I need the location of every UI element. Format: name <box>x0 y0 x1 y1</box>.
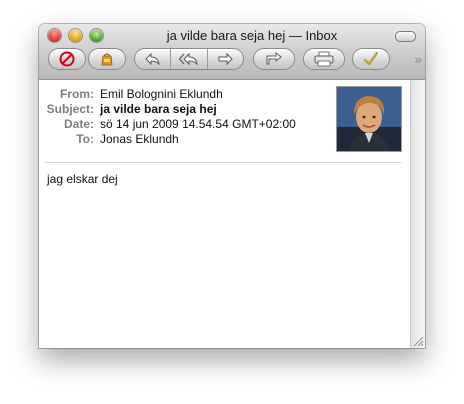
minimize-window-button[interactable] <box>69 29 82 42</box>
toolbar-toggle-button[interactable] <box>395 31 416 42</box>
mark-button[interactable] <box>352 48 390 70</box>
header-label: To: <box>76 132 94 146</box>
resize-grip-icon[interactable] <box>411 334 424 347</box>
checkmark-icon <box>363 51 379 66</box>
sender-photo <box>337 87 401 151</box>
title-bar[interactable]: ja vilde bara seja hej — Inbox » <box>39 24 425 80</box>
reply-button[interactable] <box>135 49 172 69</box>
header-subject-row: Subject: ja vilde bara seja hej <box>39 102 296 117</box>
header-to-row: To: Jonas Eklundh <box>39 132 296 147</box>
reply-arrow-icon <box>144 52 160 66</box>
zoom-window-button[interactable] <box>90 29 103 42</box>
reply-segmented-control <box>134 48 244 70</box>
close-window-button[interactable] <box>48 29 61 42</box>
reply-all-button[interactable] <box>171 49 208 69</box>
message-headers: From: Emil Bolognini Eklundh Subject: ja… <box>39 87 296 147</box>
header-label: From: <box>60 87 94 101</box>
header-from-row: From: Emil Bolognini Eklundh <box>39 87 296 102</box>
date-value: sö 14 jun 2009 14.54.54 GMT+02:00 <box>100 117 296 131</box>
forward-button[interactable] <box>208 49 243 69</box>
header-label: Date: <box>63 117 94 131</box>
no-entry-icon <box>59 51 75 67</box>
sender-avatar <box>336 86 402 152</box>
redirect-arrow-icon <box>266 52 282 65</box>
vertical-scrollbar[interactable] <box>410 80 425 348</box>
junk-button[interactable] <box>88 48 126 70</box>
header-divider <box>45 162 401 163</box>
subject-value: ja vilde bara seja hej <box>100 102 217 116</box>
from-value[interactable]: Emil Bolognini Eklundh <box>100 87 223 102</box>
mail-window: ja vilde bara seja hej — Inbox » From: E… <box>39 24 425 348</box>
print-button[interactable] <box>303 48 345 70</box>
junk-bag-icon <box>101 53 113 66</box>
reply-all-arrow-icon <box>178 52 198 66</box>
message-pane: From: Emil Bolognini Eklundh Subject: ja… <box>39 80 409 348</box>
forward-arrow-icon <box>218 52 234 66</box>
header-label: Subject: <box>46 102 94 116</box>
message-body[interactable]: jag elskar dej <box>47 172 118 186</box>
redirect-button[interactable] <box>253 48 295 70</box>
delete-button[interactable] <box>48 48 86 70</box>
toolbar-overflow-icon[interactable]: » <box>414 51 422 67</box>
printer-icon <box>314 51 334 67</box>
window-title: ja vilde bara seja hej — Inbox <box>166 28 338 43</box>
to-value[interactable]: Jonas Eklundh <box>100 132 179 147</box>
header-date-row: Date: sö 14 jun 2009 14.54.54 GMT+02:00 <box>39 117 296 132</box>
